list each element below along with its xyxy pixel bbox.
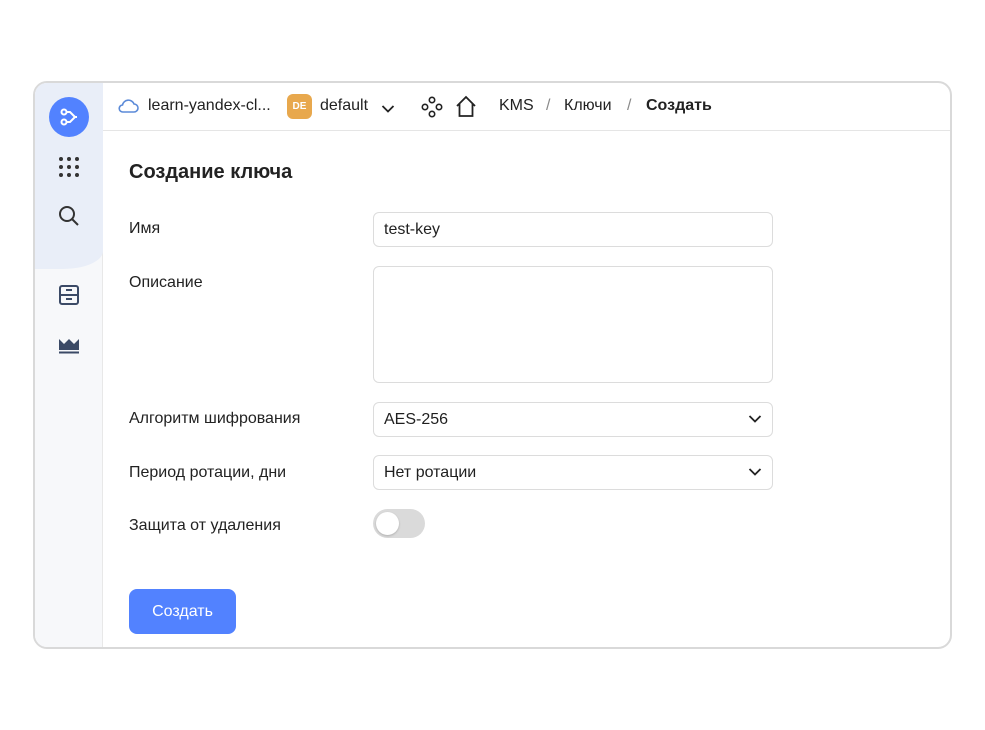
cloud-icon <box>117 98 139 119</box>
folder-badge: DE <box>287 94 312 119</box>
logo-icon[interactable] <box>49 97 89 137</box>
description-label: Описание <box>129 274 203 291</box>
console-window: learn-yandex-cl... DE default KMS / Ключ… <box>33 81 952 649</box>
rotation-label: Период ротации, дни <box>129 464 287 481</box>
algorithm-select[interactable]: AES-256 <box>373 402 773 437</box>
search-icon[interactable] <box>49 196 89 236</box>
chevron-down-icon <box>748 464 762 482</box>
name-input[interactable] <box>373 212 773 247</box>
archive-icon[interactable] <box>49 275 89 315</box>
chevron-down-icon <box>748 411 762 429</box>
algorithm-label: Алгоритм шифрования <box>129 410 301 427</box>
deletion-protection-toggle[interactable] <box>373 509 425 538</box>
chevron-down-icon[interactable] <box>381 101 395 119</box>
breadcrumb-kms[interactable]: KMS <box>499 97 534 115</box>
breadcrumb-separator: / <box>627 97 632 114</box>
cloud-name[interactable]: learn-yandex-cl... <box>148 97 271 115</box>
page-title: Создание ключа <box>129 161 293 183</box>
topbar: learn-yandex-cl... DE default KMS / Ключ… <box>103 83 950 131</box>
breadcrumb-keys[interactable]: Ключи <box>564 97 612 115</box>
breadcrumb-current: Создать <box>646 97 712 114</box>
toggle-knob <box>376 512 399 535</box>
services-icon[interactable] <box>421 96 443 123</box>
algorithm-value: AES-256 <box>384 410 449 428</box>
sidebar <box>35 83 103 647</box>
main-area: learn-yandex-cl... DE default KMS / Ключ… <box>103 83 950 647</box>
name-label: Имя <box>129 220 161 237</box>
description-textarea[interactable] <box>373 266 773 383</box>
rotation-select[interactable]: Нет ротации <box>373 455 773 490</box>
breadcrumb-separator: / <box>546 97 551 114</box>
rotation-value: Нет ротации <box>384 463 477 481</box>
deletion-protection-label: Защита от удаления <box>129 517 281 534</box>
home-icon[interactable] <box>455 95 477 124</box>
folder-name[interactable]: default <box>320 97 368 115</box>
apps-grid-icon[interactable] <box>49 147 89 187</box>
chart-icon[interactable] <box>49 325 89 365</box>
create-button[interactable]: Создать <box>129 589 236 634</box>
